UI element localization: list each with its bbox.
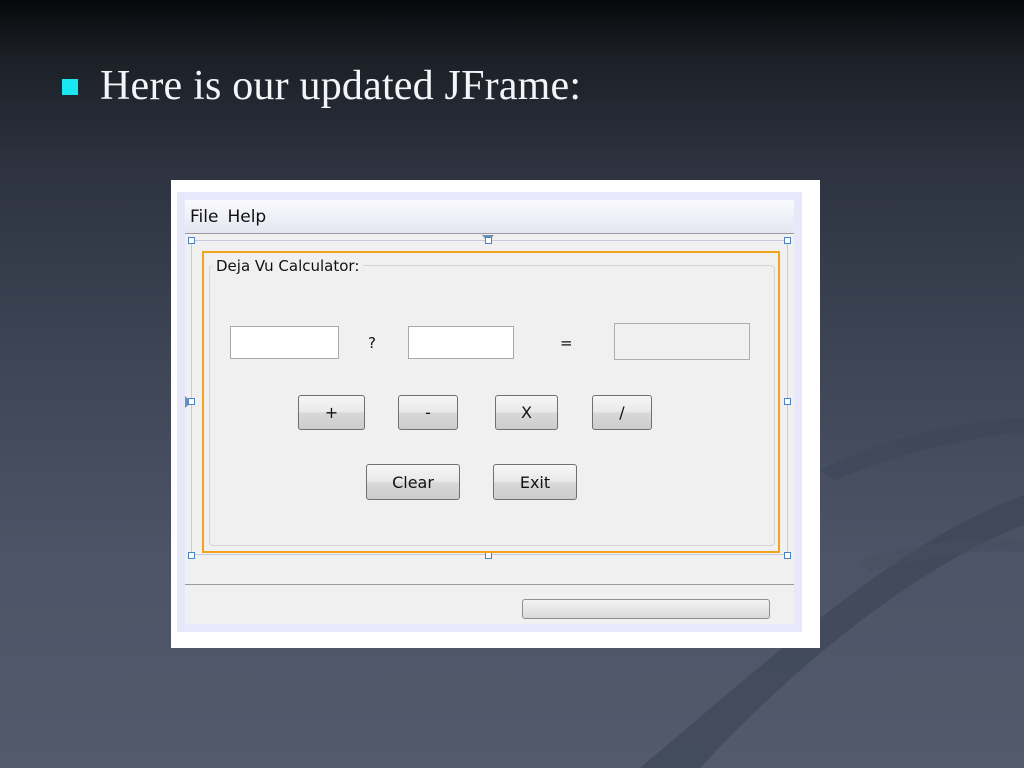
design-area: Deja Vu Calculator: ? = + - X / Clear Ex…: [185, 234, 794, 584]
group-title: Deja Vu Calculator:: [212, 257, 364, 275]
operator-label: ?: [368, 334, 376, 352]
add-button[interactable]: +: [298, 395, 365, 430]
clear-button[interactable]: Clear: [366, 464, 460, 500]
resize-handle-bottom-center[interactable]: [485, 552, 492, 559]
resize-handle-bottom-right[interactable]: [784, 552, 791, 559]
equals-label: =: [560, 334, 573, 352]
menu-help[interactable]: Help: [222, 207, 270, 227]
progress-bar: [522, 599, 770, 619]
bullet-line: Here is our updated JFrame:: [62, 58, 581, 114]
operand2-field[interactable]: [408, 326, 514, 359]
status-bar: [185, 584, 794, 624]
jframe-window: File Help Deja Vu Calculator: ? = + - X …: [177, 192, 802, 632]
calculator-panel[interactable]: Deja Vu Calculator: ? = + - X / Clear Ex…: [202, 251, 780, 553]
result-field[interactable]: [614, 323, 750, 360]
subtract-button[interactable]: -: [398, 395, 458, 430]
jframe-content: File Help Deja Vu Calculator: ? = + - X …: [185, 200, 794, 624]
divide-button[interactable]: /: [592, 395, 652, 430]
menu-file[interactable]: File: [185, 207, 222, 227]
bullet-square-icon: [62, 79, 78, 95]
jframe-screenshot: File Help Deja Vu Calculator: ? = + - X …: [171, 180, 820, 648]
menu-bar: File Help: [185, 200, 794, 234]
resize-handle-top-left[interactable]: [188, 237, 195, 244]
bullet-text: Here is our updated JFrame:: [100, 63, 582, 109]
resize-handle-middle-right[interactable]: [784, 398, 791, 405]
resize-handle-top-center[interactable]: [485, 237, 492, 244]
operand1-field[interactable]: [230, 326, 339, 359]
resize-handle-top-right[interactable]: [784, 237, 791, 244]
calculator-groupbox: [209, 265, 775, 546]
exit-button[interactable]: Exit: [493, 464, 577, 500]
resize-handle-bottom-left[interactable]: [188, 552, 195, 559]
multiply-button[interactable]: X: [495, 395, 558, 430]
resize-handle-middle-left[interactable]: [188, 398, 195, 405]
